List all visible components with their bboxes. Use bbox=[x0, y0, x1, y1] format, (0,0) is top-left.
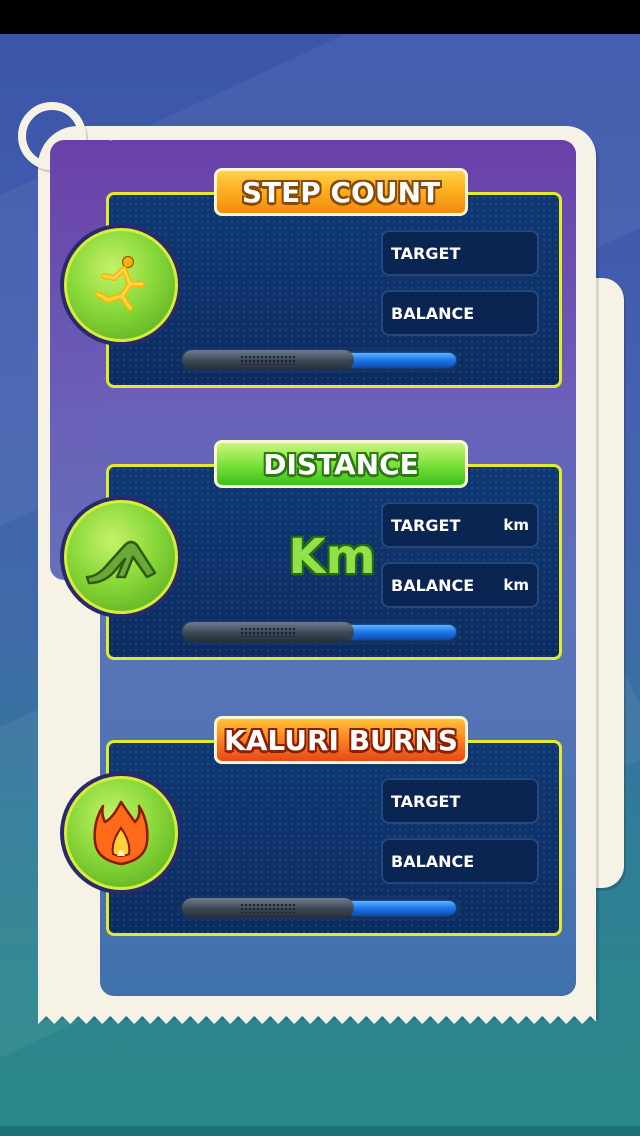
calories-progress-bar bbox=[180, 896, 460, 920]
calories-progress-handle bbox=[182, 898, 354, 918]
card-zigzag-edge bbox=[38, 1008, 596, 1024]
flame-icon bbox=[93, 800, 149, 866]
distance-badge-ring bbox=[64, 500, 178, 614]
calories-badge[interactable] bbox=[60, 772, 182, 894]
runner-icon bbox=[95, 255, 145, 311]
distance-badge[interactable] bbox=[60, 496, 182, 618]
slide-icon bbox=[85, 540, 157, 585]
distance-balance-box: BALANCE km bbox=[381, 562, 539, 608]
calories-balance-box: BALANCE bbox=[381, 838, 539, 884]
step-progress-handle bbox=[182, 350, 354, 370]
step-balance-box: BALANCE bbox=[381, 290, 539, 336]
step-count-badge[interactable] bbox=[60, 224, 182, 346]
status-bar bbox=[0, 0, 640, 34]
distance-target-label: TARGET bbox=[391, 515, 461, 535]
distance-unit-display: Km bbox=[288, 529, 376, 585]
step-progress-bar bbox=[180, 348, 460, 372]
calories-target-label: TARGET bbox=[391, 791, 461, 811]
bottom-edge bbox=[0, 1126, 640, 1136]
distance-target-box: TARGET km bbox=[381, 502, 539, 548]
distance-progress-bar bbox=[180, 620, 460, 644]
distance-balance-label: BALANCE bbox=[391, 575, 475, 595]
calories-balance-label: BALANCE bbox=[391, 851, 475, 871]
step-balance-label: BALANCE bbox=[391, 303, 475, 323]
distance-target-unit: km bbox=[503, 516, 529, 534]
calories-title: KALURI BURNS bbox=[214, 716, 468, 764]
calories-badge-ring bbox=[64, 776, 178, 890]
calories-target-box: TARGET bbox=[381, 778, 539, 824]
distance-title: DISTANCE bbox=[214, 440, 468, 488]
step-count-badge-ring bbox=[64, 228, 178, 342]
step-target-box: TARGET bbox=[381, 230, 539, 276]
step-count-title: STEP COUNT bbox=[214, 168, 468, 216]
distance-progress-handle bbox=[182, 622, 354, 642]
step-target-label: TARGET bbox=[391, 243, 461, 263]
distance-balance-unit: km bbox=[503, 576, 529, 594]
